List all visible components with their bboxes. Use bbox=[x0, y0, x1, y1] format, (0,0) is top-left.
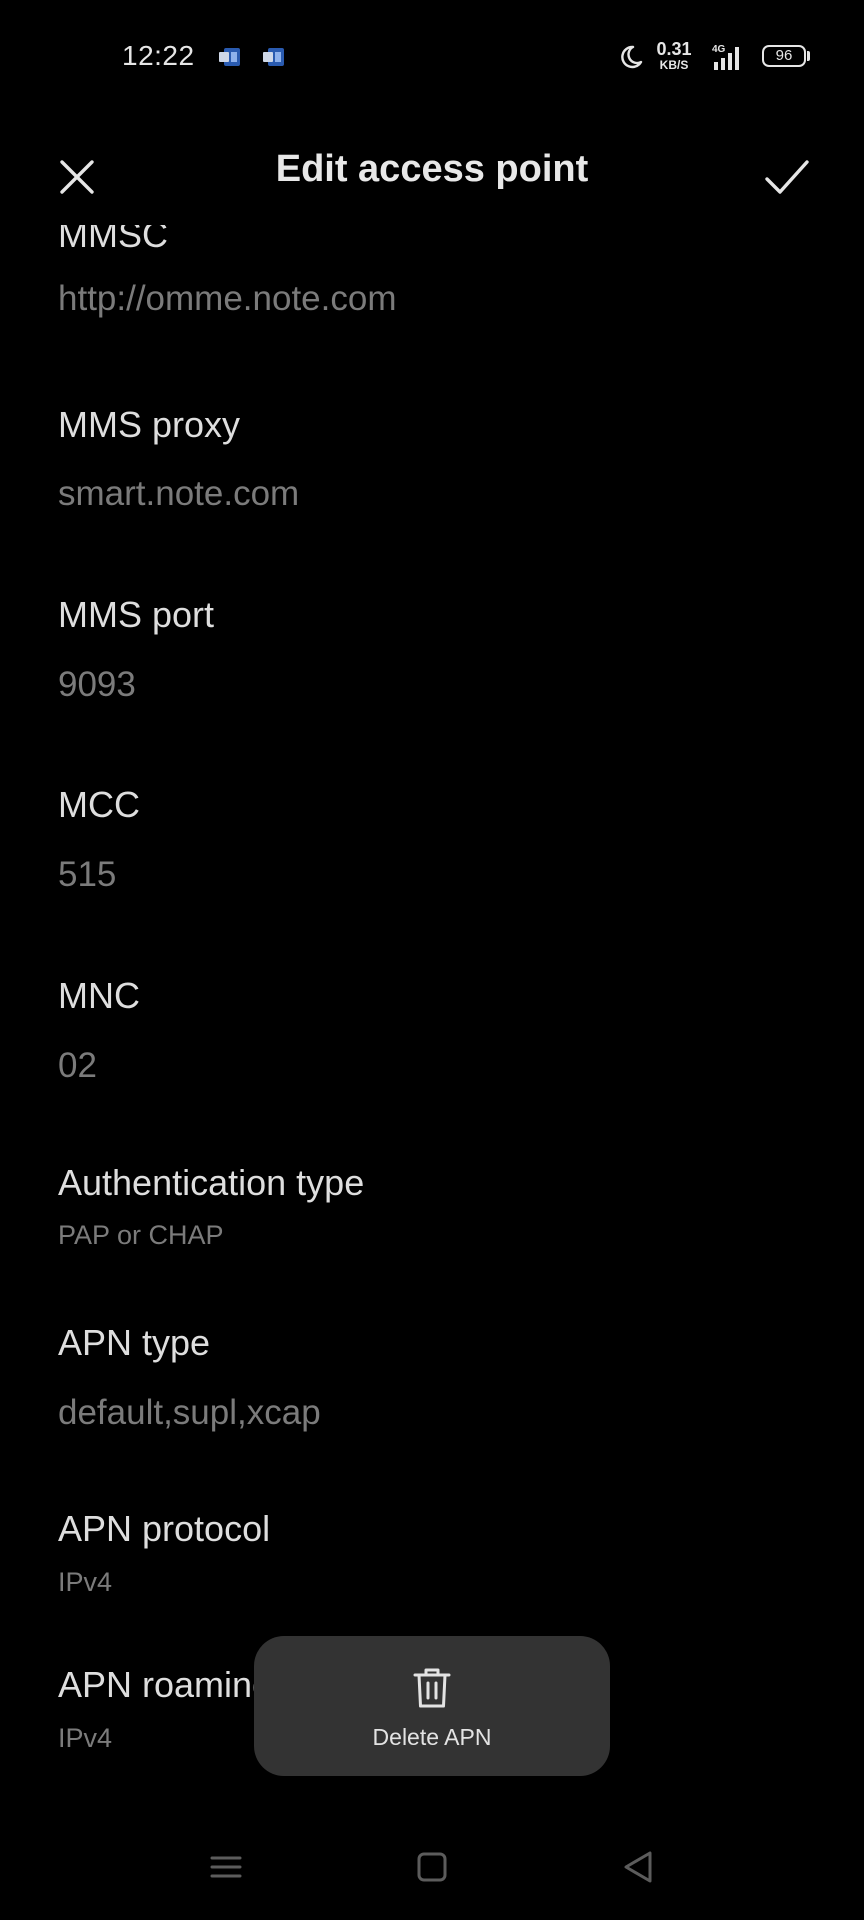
battery-level: 96 bbox=[775, 47, 793, 64]
signal-icon: 4G bbox=[712, 44, 739, 70]
notification-app-icon bbox=[219, 48, 240, 66]
field-mcc[interactable]: MCC 515 bbox=[58, 783, 824, 923]
field-mnc[interactable]: MNC 02 bbox=[58, 974, 824, 1114]
field-value: 9093 bbox=[58, 665, 136, 704]
screen: 12:22 0.31 KB/S 4G 96 Edit access point … bbox=[0, 0, 864, 1920]
delete-apn-button[interactable]: Delete APN bbox=[254, 1636, 610, 1776]
menu-icon[interactable] bbox=[196, 1840, 256, 1900]
field-value: IPv4 bbox=[58, 1567, 113, 1597]
battery-icon: 96 bbox=[762, 45, 806, 67]
field-label: MMSC bbox=[58, 225, 168, 255]
field-value: http://omme.note.com bbox=[58, 279, 397, 318]
field-value: smart.note.com bbox=[58, 474, 300, 513]
network-speed: 0.31 KB/S bbox=[654, 40, 694, 72]
navigation-bar bbox=[0, 1840, 864, 1900]
field-label: MMS proxy bbox=[58, 404, 241, 445]
check-icon[interactable] bbox=[758, 148, 816, 206]
back-icon[interactable] bbox=[608, 1840, 668, 1900]
moon-icon bbox=[621, 45, 643, 69]
network-speed-unit: KB/S bbox=[659, 58, 689, 72]
page-title: Edit access point bbox=[275, 148, 589, 190]
apn-settings-list: MMSC http://omme.note.com MMS proxy smar… bbox=[0, 225, 864, 1770]
field-apn-protocol[interactable]: APN protocol IPv4 bbox=[58, 1507, 824, 1617]
network-speed-value: 0.31 bbox=[656, 39, 692, 59]
field-mmsc[interactable]: MMSC http://omme.note.com bbox=[58, 225, 824, 353]
field-apn-type[interactable]: APN type default,supl,xcap bbox=[58, 1321, 824, 1461]
field-label: MMS port bbox=[58, 594, 215, 635]
status-time: 12:22 bbox=[122, 40, 195, 71]
trash-icon bbox=[413, 1668, 451, 1708]
status-bar: 12:22 0.31 KB/S 4G 96 bbox=[0, 0, 864, 110]
battery-tip bbox=[807, 51, 810, 61]
app-header: Edit access point bbox=[0, 120, 864, 225]
field-authentication-type[interactable]: Authentication type PAP or CHAP bbox=[58, 1161, 824, 1271]
field-mms-proxy[interactable]: MMS proxy smart.note.com bbox=[58, 403, 824, 543]
notification-app-icon bbox=[263, 48, 284, 66]
home-icon[interactable] bbox=[402, 1840, 462, 1900]
field-label: Authentication type bbox=[58, 1162, 365, 1203]
field-value: IPv4 bbox=[58, 1723, 113, 1753]
field-label: MCC bbox=[58, 784, 140, 825]
field-value: 515 bbox=[58, 855, 117, 894]
field-label: APN protocol bbox=[58, 1508, 271, 1549]
field-mms-port[interactable]: MMS port 9093 bbox=[58, 593, 824, 733]
field-label: MNC bbox=[58, 975, 140, 1016]
field-label: APN type bbox=[58, 1322, 211, 1363]
field-value: 02 bbox=[58, 1046, 97, 1085]
delete-apn-label: Delete APN bbox=[372, 1724, 492, 1750]
field-value: default,supl,xcap bbox=[58, 1393, 321, 1432]
network-type-label: 4G bbox=[712, 44, 726, 55]
field-value: PAP or CHAP bbox=[58, 1220, 224, 1250]
